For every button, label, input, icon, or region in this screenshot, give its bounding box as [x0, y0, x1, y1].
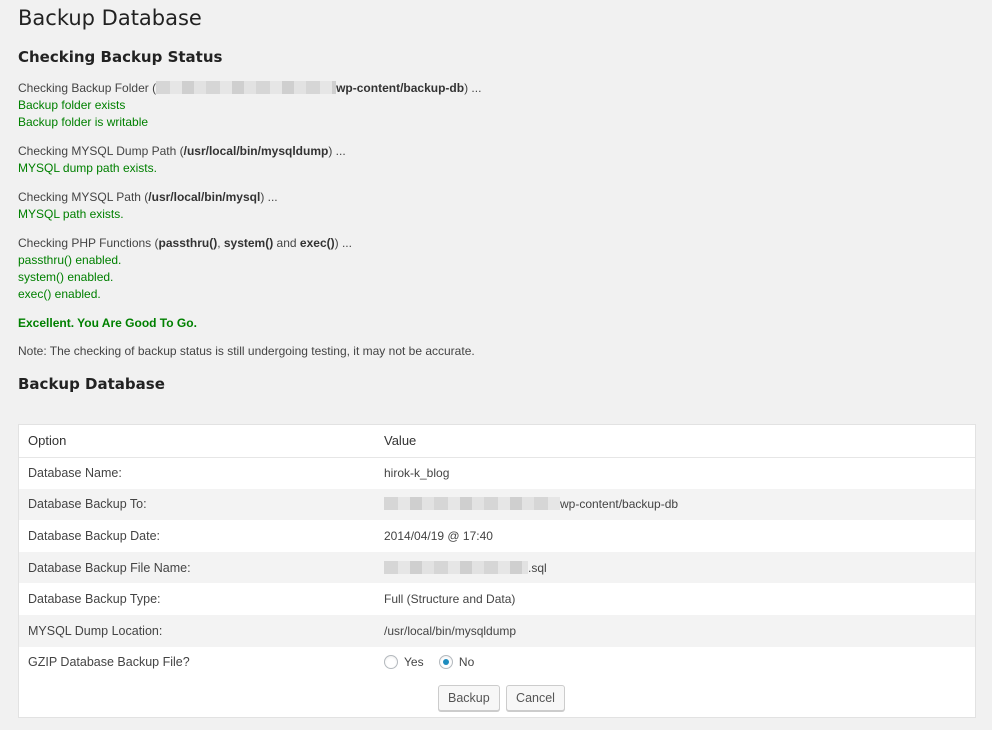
- option-label: Database Backup Date:: [28, 528, 161, 543]
- cancel-button[interactable]: Cancel: [506, 685, 565, 711]
- table-row: Database Backup File Name: .sql: [19, 551, 975, 584]
- folder-writable: Backup folder is writable: [18, 115, 149, 129]
- table-header-row: Option Value: [19, 425, 975, 458]
- database-name-value: hirok-k_blog: [384, 466, 450, 481]
- gzip-no-label[interactable]: No: [459, 655, 474, 669]
- backup-to-value: wp-content/backup-db: [560, 497, 679, 512]
- gzip-yes-radio[interactable]: [384, 655, 398, 670]
- system-enabled: system() enabled.: [18, 270, 114, 284]
- gzip-radio-group: Yes No: [375, 647, 975, 679]
- table-row: MYSQL Dump Location: /usr/local/bin/mysq…: [19, 614, 975, 647]
- backup-options-panel: Option Value Database Name: hirok-k_blog…: [18, 424, 976, 718]
- status-verdict: Excellent. You Are Good To Go.: [18, 316, 197, 330]
- mysqldump-exists: MYSQL dump path exists.: [18, 161, 157, 175]
- option-label: Database Backup To:: [19, 488, 375, 521]
- backup-type-value: Full (Structure and Data): [384, 592, 516, 607]
- option-label: Database Backup File Name:: [19, 551, 375, 584]
- status-heading: Checking Backup Status: [18, 48, 223, 66]
- table-row: Database Backup To: wp-content/backup-db: [19, 488, 975, 521]
- mysqldump-location-value: /usr/local/bin/mysqldump: [375, 614, 975, 647]
- mysql-check: Checking MYSQL Path (/usr/local/bin/mysq…: [18, 189, 976, 223]
- status-note: Note: The checking of backup status is s…: [18, 344, 475, 358]
- backup-button[interactable]: Backup: [438, 685, 500, 711]
- mysql-exists: MYSQL path exists.: [18, 207, 124, 221]
- folder-exists: Backup folder exists: [18, 98, 126, 112]
- option-label: GZIP Database Backup File?: [28, 655, 190, 670]
- redacted-filename: [384, 560, 528, 574]
- option-label: MYSQL Dump Location:: [19, 614, 375, 647]
- gzip-no-radio[interactable]: [438, 655, 453, 670]
- gzip-yes-label[interactable]: Yes: [404, 655, 424, 669]
- action-buttons: Backup Cancel: [438, 685, 568, 711]
- table-row: Database Backup Date: 2014/04/19 @ 17:40: [19, 520, 975, 552]
- column-header-option: Option: [19, 425, 375, 458]
- status-list: Checking Backup Folder (wp-content/backu…: [18, 80, 976, 360]
- backup-heading: Backup Database: [18, 375, 165, 393]
- file-name-value: .sql: [528, 560, 547, 575]
- table-row: Database Backup Type: Full (Structure an…: [19, 583, 975, 615]
- table-row: GZIP Database Backup File? Yes No: [19, 647, 975, 679]
- backup-date-value: 2014/04/19 @ 17:40: [384, 528, 493, 543]
- backup-to-cell: wp-content/backup-db: [375, 488, 975, 521]
- option-label: Database Backup Type:: [28, 592, 161, 607]
- mysqldump-check: Checking MYSQL Dump Path (/usr/local/bin…: [18, 143, 976, 177]
- folder-check: Checking Backup Folder (wp-content/backu…: [18, 80, 976, 131]
- php-check: Checking PHP Functions (passthru(), syst…: [18, 235, 976, 303]
- exec-enabled: exec() enabled.: [18, 287, 101, 301]
- page-title: Backup Database: [18, 6, 202, 30]
- table-row: Database Name: hirok-k_blog: [19, 457, 975, 489]
- redacted-path: [156, 81, 337, 94]
- option-label: Database Name:: [28, 466, 122, 481]
- backup-options-table: Option Value Database Name: hirok-k_blog…: [19, 425, 975, 678]
- redacted-path: [384, 497, 560, 511]
- column-header-value: Value: [375, 425, 975, 458]
- file-name-cell: .sql: [375, 551, 975, 584]
- passthru-enabled: passthru() enabled.: [18, 253, 122, 267]
